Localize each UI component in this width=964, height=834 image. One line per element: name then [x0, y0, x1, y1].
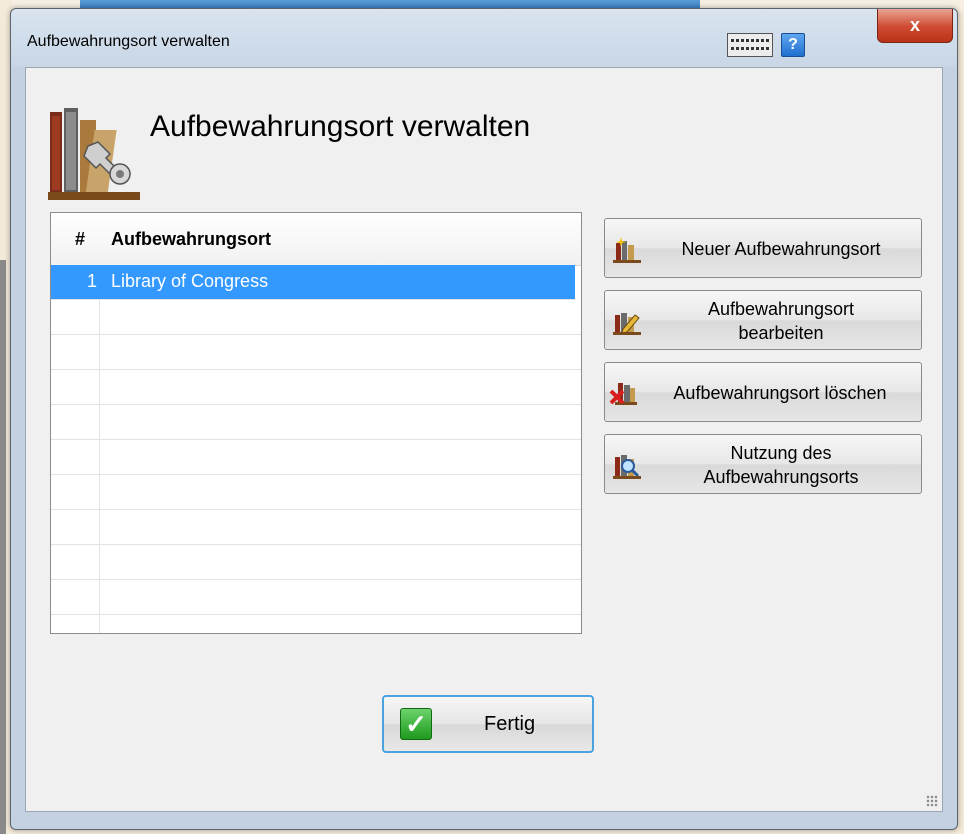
table-header: # Aufbewahrungsort — [51, 213, 581, 266]
location-usage-label-line2: Aufbewahrungsorts — [703, 467, 859, 487]
search-location-icon — [613, 455, 641, 479]
edit-location-label-line1: Aufbewahrungsort — [707, 299, 855, 319]
bookshelf-wrench-icon — [48, 108, 140, 200]
column-header-number[interactable]: # — [75, 229, 85, 250]
column-header-location[interactable]: Aufbewahrungsort — [111, 229, 271, 250]
title-bar: Aufbewahrungsort verwalten ? x — [11, 9, 957, 65]
help-icon[interactable]: ? — [781, 33, 805, 57]
row-location-name: Library of Congress — [111, 271, 269, 291]
new-location-icon — [613, 237, 641, 263]
close-button[interactable]: x — [877, 9, 953, 43]
edit-location-button[interactable]: Aufbewahrungsort bearbeiten — [604, 290, 922, 350]
table-row-empty — [51, 300, 581, 335]
location-usage-label-line1: Nutzung des — [730, 443, 832, 463]
delete-location-button[interactable]: Aufbewahrungsort löschen — [604, 362, 922, 422]
edit-location-icon — [613, 313, 641, 335]
checkmark-icon: ✓ — [400, 708, 432, 740]
dialog-content: Aufbewahrungsort verwalten # Aufbewahrun… — [25, 67, 943, 812]
table-row[interactable]: 1 Library of Congress — [51, 265, 575, 300]
table-row-empty — [51, 510, 581, 545]
done-button[interactable]: ✓ Fertig — [382, 695, 594, 753]
dialog-window: Aufbewahrungsort verwalten ? x Aufbewahr… — [10, 8, 958, 830]
edit-location-label-line2: bearbeiten — [738, 323, 824, 343]
table-row-empty — [51, 370, 581, 405]
row-number: 1 — [86, 271, 97, 291]
delete-location-label: Aufbewahrungsort löschen — [673, 383, 887, 403]
window-title: Aufbewahrungsort verwalten — [27, 33, 230, 50]
table-row-empty — [51, 440, 581, 475]
background-scrollbar — [0, 260, 6, 834]
resize-grip[interactable] — [926, 795, 938, 807]
done-label: Fertig — [484, 713, 536, 735]
new-location-label: Neuer Aufbewahrungsort — [681, 239, 881, 259]
new-location-button[interactable]: Neuer Aufbewahrungsort — [604, 218, 922, 278]
keyboard-icon[interactable] — [727, 33, 773, 57]
location-usage-button[interactable]: Nutzung des Aufbewahrungsorts — [604, 434, 922, 494]
delete-location-icon — [609, 383, 637, 405]
table-row-empty — [51, 475, 581, 510]
location-table[interactable]: # Aufbewahrungsort 1 Library of Congress — [50, 212, 582, 634]
table-row-empty — [51, 405, 581, 440]
table-row-empty — [51, 545, 581, 580]
table-row-empty — [51, 580, 581, 615]
table-row-empty — [51, 335, 581, 370]
page-title: Aufbewahrungsort verwalten — [150, 110, 531, 143]
